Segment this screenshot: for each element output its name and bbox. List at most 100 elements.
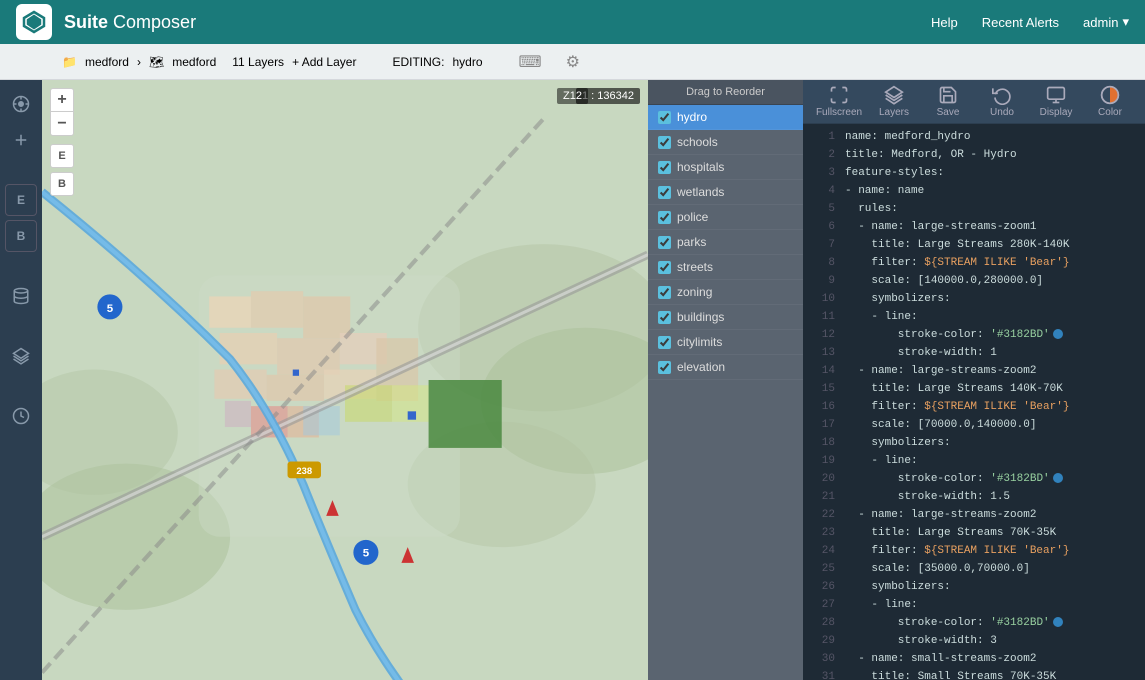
layer-item-wetlands[interactable]: wetlands — [648, 180, 803, 205]
recent-alerts-link[interactable]: Recent Alerts — [982, 15, 1059, 30]
layer-checkbox-hospitals[interactable] — [658, 161, 671, 174]
layer-checkbox-citylimits[interactable] — [658, 336, 671, 349]
code-line-30[interactable]: 30 - name: small-streams-zoom2 — [803, 650, 1145, 668]
settings-icon[interactable]: ⚙ — [566, 52, 580, 72]
help-link[interactable]: Help — [931, 15, 958, 30]
line-number: 24 — [811, 542, 835, 560]
app-logo[interactable] — [16, 4, 52, 40]
layers-button[interactable]: Layers — [869, 81, 919, 122]
code-line-14[interactable]: 14 - name: large-streams-zoom2 — [803, 362, 1145, 380]
code-line-19[interactable]: 19 - line: — [803, 452, 1145, 470]
layers-sidebar-icon[interactable] — [5, 340, 37, 372]
layer-item-elevation[interactable]: elevation — [648, 355, 803, 380]
code-line-9[interactable]: 9 scale: [140000.0,280000.0] — [803, 272, 1145, 290]
layer-item-police[interactable]: police — [648, 205, 803, 230]
code-line-15[interactable]: 15 title: Large Streams 140K-70K — [803, 380, 1145, 398]
add-layer-button[interactable]: + Add Layer — [292, 55, 356, 69]
breadcrumb-separator: › — [137, 55, 141, 69]
zoom-in-button[interactable]: + — [50, 88, 74, 112]
layer-checkbox-zoning[interactable] — [658, 286, 671, 299]
layer-item-buildings[interactable]: buildings — [648, 305, 803, 330]
line-number: 17 — [811, 416, 835, 434]
fullscreen-label: Fullscreen — [816, 107, 862, 118]
layer-checkbox-buildings[interactable] — [658, 311, 671, 324]
code-line-28[interactable]: 28 stroke-color: '#3182BD' — [803, 614, 1145, 632]
code-editor[interactable]: 1name: medford_hydro2title: Medford, OR … — [803, 124, 1145, 680]
layer-item-schools[interactable]: schools — [648, 130, 803, 155]
color-label: Color — [1098, 107, 1122, 118]
code-line-20[interactable]: 20 stroke-color: '#3182BD' — [803, 470, 1145, 488]
navigate-e-button[interactable]: E — [50, 144, 74, 168]
fullscreen-button[interactable]: Fullscreen — [813, 81, 865, 122]
line-content: scale: [35000.0,70000.0] — [845, 560, 1137, 578]
edit-e-icon[interactable]: E — [5, 184, 37, 216]
display-button[interactable]: Display — [1031, 81, 1081, 122]
compass-icon[interactable] — [5, 88, 37, 120]
layer-checkbox-streets[interactable] — [658, 261, 671, 274]
line-number: 10 — [811, 290, 835, 308]
code-line-4[interactable]: 4- name: name — [803, 182, 1145, 200]
code-line-26[interactable]: 26 symbolizers: — [803, 578, 1145, 596]
edit-b-icon[interactable]: B — [5, 220, 37, 252]
layer-checkbox-schools[interactable] — [658, 136, 671, 149]
layer-item-hospitals[interactable]: hospitals — [648, 155, 803, 180]
layer-item-streets[interactable]: streets — [648, 255, 803, 280]
add-icon[interactable] — [5, 124, 37, 156]
code-line-5[interactable]: 5 rules: — [803, 200, 1145, 218]
code-line-23[interactable]: 23 title: Large Streams 70K-35K — [803, 524, 1145, 542]
code-line-22[interactable]: 22 - name: large-streams-zoom2 — [803, 506, 1145, 524]
code-line-7[interactable]: 7 title: Large Streams 280K-140K — [803, 236, 1145, 254]
code-line-16[interactable]: 16 filter: ${STREAM ILIKE 'Bear'} — [803, 398, 1145, 416]
line-content: stroke-color: '#3182BD' — [845, 326, 1137, 344]
editing-name: hydro — [452, 55, 482, 69]
breadcrumb-folder[interactable]: medford — [85, 55, 129, 69]
display-label: Display — [1040, 107, 1073, 118]
code-line-12[interactable]: 12 stroke-color: '#3182BD' — [803, 326, 1145, 344]
code-line-31[interactable]: 31 title: Small Streams 70K-35K — [803, 668, 1145, 680]
code-line-8[interactable]: 8 filter: ${STREAM ILIKE 'Bear'} — [803, 254, 1145, 272]
line-content: feature-styles: — [845, 164, 1137, 182]
code-line-24[interactable]: 24 filter: ${STREAM ILIKE 'Bear'} — [803, 542, 1145, 560]
code-line-2[interactable]: 2title: Medford, OR - Hydro — [803, 146, 1145, 164]
code-line-10[interactable]: 10 symbolizers: — [803, 290, 1145, 308]
line-content: stroke-width: 3 — [845, 632, 1137, 650]
code-line-18[interactable]: 18 symbolizers: — [803, 434, 1145, 452]
clock-icon[interactable] — [5, 400, 37, 432]
save-button[interactable]: Save — [923, 81, 973, 122]
color-button[interactable]: Color — [1085, 81, 1135, 122]
layer-checkbox-police[interactable] — [658, 211, 671, 224]
zoom-out-button[interactable]: − — [50, 112, 74, 136]
layer-checkbox-wetlands[interactable] — [658, 186, 671, 199]
map-icon: 🗺 — [149, 55, 164, 69]
layer-item-parks[interactable]: parks — [648, 230, 803, 255]
layer-item-zoning[interactable]: zoning — [648, 280, 803, 305]
code-line-11[interactable]: 11 - line: — [803, 308, 1145, 326]
line-number: 19 — [811, 452, 835, 470]
layer-item-hydro[interactable]: hydro — [648, 105, 803, 130]
admin-menu[interactable]: admin ▾ — [1083, 14, 1129, 30]
code-line-29[interactable]: 29 stroke-width: 3 — [803, 632, 1145, 650]
navigate-b-button[interactable]: B — [50, 172, 74, 196]
breadcrumb-map[interactable]: medford — [172, 55, 216, 69]
code-line-3[interactable]: 3feature-styles: — [803, 164, 1145, 182]
code-line-13[interactable]: 13 stroke-width: 1 — [803, 344, 1145, 362]
layer-checkbox-elevation[interactable] — [658, 361, 671, 374]
code-line-17[interactable]: 17 scale: [70000.0,140000.0] — [803, 416, 1145, 434]
line-content: - name: large-streams-zoom2 — [845, 506, 1137, 524]
map-area[interactable]: 5 5 238 + − E B 1 : 136342 — [42, 80, 648, 680]
line-content: scale: [70000.0,140000.0] — [845, 416, 1137, 434]
code-line-6[interactable]: 6 - name: large-streams-zoom1 — [803, 218, 1145, 236]
layer-item-citylimits[interactable]: citylimits — [648, 330, 803, 355]
zoom-level-badge: Z12 — [557, 88, 588, 104]
svg-text:5: 5 — [107, 303, 114, 315]
code-line-1[interactable]: 1name: medford_hydro — [803, 128, 1145, 146]
layer-checkbox-hydro[interactable] — [658, 111, 671, 124]
code-line-25[interactable]: 25 scale: [35000.0,70000.0] — [803, 560, 1145, 578]
undo-button[interactable]: Undo — [977, 81, 1027, 122]
keyboard-icon[interactable]: ⌨ — [519, 52, 542, 72]
code-line-21[interactable]: 21 stroke-width: 1.5 — [803, 488, 1145, 506]
layer-checkbox-parks[interactable] — [658, 236, 671, 249]
line-number: 21 — [811, 488, 835, 506]
database-icon[interactable] — [5, 280, 37, 312]
code-line-27[interactable]: 27 - line: — [803, 596, 1145, 614]
